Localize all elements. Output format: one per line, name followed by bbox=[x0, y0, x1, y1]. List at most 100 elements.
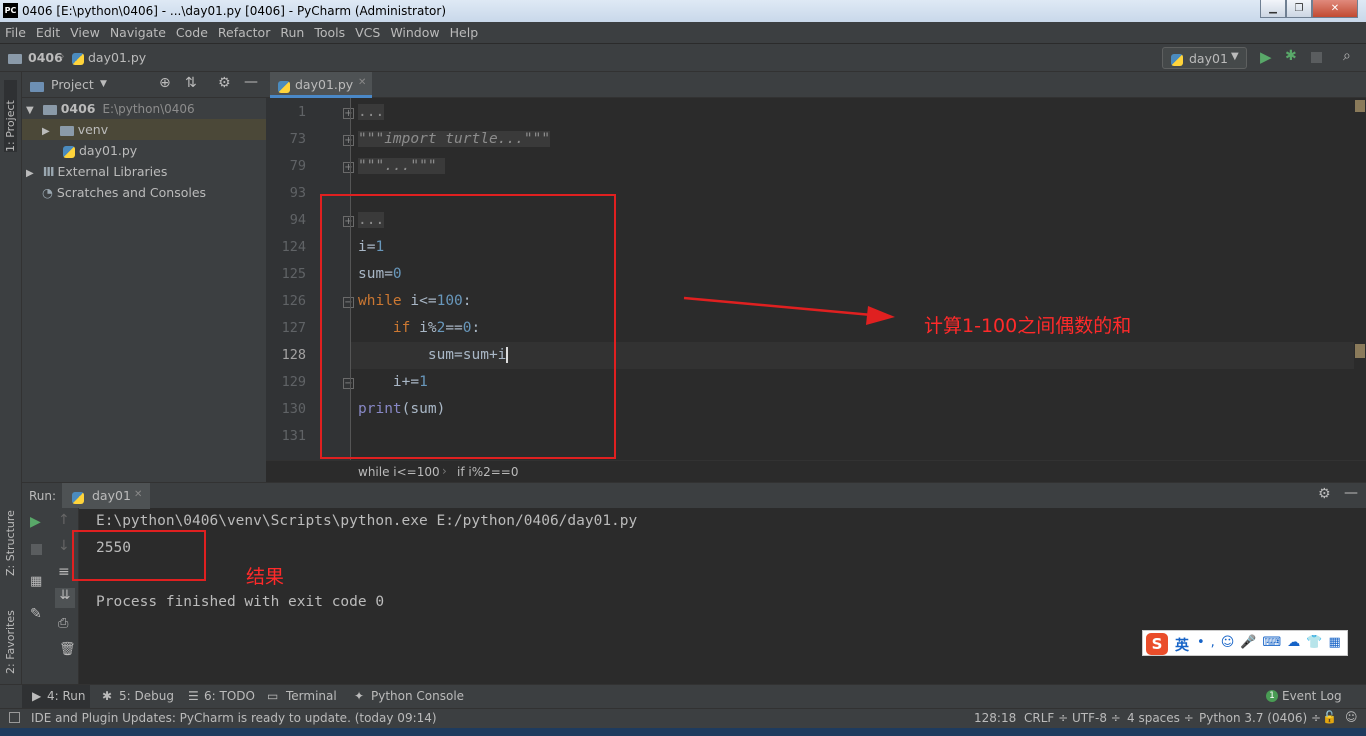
status-line-separator[interactable]: CRLF ÷ bbox=[1024, 711, 1068, 725]
close-button[interactable]: ✕ bbox=[1312, 0, 1358, 18]
status-bar: IDE and Plugin Updates: PyCharm is ready… bbox=[0, 708, 1366, 728]
project-view-icon bbox=[30, 79, 48, 93]
editor-scrollbar[interactable] bbox=[1354, 98, 1366, 460]
project-view-select[interactable]: Project bbox=[51, 77, 94, 92]
menu-file[interactable]: File bbox=[0, 22, 31, 43]
lock-icon[interactable]: 🔓 bbox=[1322, 710, 1337, 724]
gear-icon[interactable]: ⚙ bbox=[218, 75, 231, 91]
menu-bar: File Edit View Navigate Code Refactor Run Tools… bbox=[0, 22, 1366, 44]
code-line: """import turtle...""" bbox=[358, 131, 551, 147]
left-tool-strip: 1: Project Z: Structure 2: Favorites bbox=[0, 72, 22, 684]
chevron-down-icon[interactable]: ▼ bbox=[100, 79, 107, 89]
debug-icon[interactable]: ✱ bbox=[1285, 48, 1297, 64]
editor-tab-day01[interactable]: day01.py ✕ bbox=[270, 72, 372, 98]
menu-help[interactable]: Help bbox=[445, 22, 484, 43]
navigation-bar: 0406 › day01.py day01 ▼ ▶ ✱ ⌕ bbox=[0, 44, 1366, 72]
maximize-button[interactable]: ❐ bbox=[1286, 0, 1312, 18]
menu-refactor[interactable]: Refactor bbox=[213, 22, 275, 43]
result-annotation-label: 结果 bbox=[246, 566, 285, 588]
warning-stripe-marker bbox=[1355, 344, 1365, 358]
breadcrumb-item[interactable]: if i%2==0 bbox=[457, 465, 519, 479]
ime-mode-label: 英 bbox=[1175, 638, 1189, 654]
tab-run[interactable]: ▶ 4: Run bbox=[22, 685, 90, 709]
locate-icon[interactable]: ⊕ bbox=[159, 75, 171, 91]
line-number: 126 bbox=[281, 293, 306, 309]
scroll-to-end-icon[interactable]: ⇊ bbox=[55, 588, 75, 608]
tree-item-day01[interactable]: day01.py bbox=[22, 140, 266, 161]
status-message[interactable]: IDE and Plugin Updates: PyCharm is ready… bbox=[31, 711, 437, 725]
menu-navigate[interactable]: Navigate bbox=[105, 22, 171, 43]
run-icon: ▶ bbox=[32, 689, 42, 703]
tab-terminal[interactable]: Terminal bbox=[286, 689, 337, 703]
fold-expand-icon[interactable]: + bbox=[343, 135, 354, 146]
window-titlebar: PC 0406 [E:\python\0406] - ...\day01.py … bbox=[0, 0, 1366, 22]
breadcrumb-item[interactable]: while i<=100 bbox=[358, 465, 440, 479]
tree-item-venv[interactable]: ▶ venv bbox=[22, 119, 266, 140]
menu-tools[interactable]: Tools bbox=[309, 22, 350, 43]
menu-vcs[interactable]: VCS bbox=[350, 22, 385, 43]
close-tab-icon[interactable]: ✕ bbox=[134, 489, 142, 500]
close-tab-icon[interactable]: ✕ bbox=[358, 77, 366, 88]
nav-file[interactable]: day01.py bbox=[88, 50, 146, 65]
code-line: ... bbox=[358, 104, 385, 120]
tab-structure[interactable]: Z: Structure bbox=[4, 496, 17, 576]
collapse-all-icon[interactable]: ⇅ bbox=[185, 75, 197, 91]
tree-item-scratches[interactable]: ◔ Scratches and Consoles bbox=[22, 182, 266, 203]
menu-window[interactable]: Window bbox=[385, 22, 444, 43]
annotation-arrow-icon bbox=[683, 296, 895, 325]
line-number: 79 bbox=[289, 158, 306, 174]
hide-panel-icon[interactable]: — bbox=[1344, 485, 1358, 501]
run-config-select[interactable]: day01 ▼ bbox=[1162, 47, 1247, 69]
tab-python-console[interactable]: Python Console bbox=[371, 689, 464, 703]
debug-icon: ✱ bbox=[102, 689, 113, 703]
layout-icon[interactable]: ▦ bbox=[30, 574, 42, 589]
stop-icon[interactable] bbox=[1311, 52, 1322, 63]
menu-view[interactable]: View bbox=[65, 22, 105, 43]
menu-code[interactable]: Code bbox=[171, 22, 213, 43]
tree-item-external-libraries[interactable]: ▶ Ⅲ External Libraries bbox=[22, 161, 266, 182]
tab-favorites[interactable]: 2: Favorites bbox=[4, 594, 17, 674]
scroll-up-icon[interactable]: ↑ bbox=[58, 512, 70, 528]
gear-icon[interactable]: ⚙ bbox=[1318, 486, 1331, 502]
status-caret-position[interactable]: 128:18 bbox=[974, 711, 1016, 725]
rerun-icon[interactable]: ▶ bbox=[30, 514, 41, 530]
hide-panel-icon[interactable]: — bbox=[244, 74, 258, 90]
line-number: 129 bbox=[281, 374, 306, 390]
notification-icon[interactable]: ☺ bbox=[1345, 710, 1358, 724]
menu-run[interactable]: Run bbox=[275, 22, 309, 43]
status-encoding[interactable]: UTF-8 ÷ bbox=[1072, 711, 1121, 725]
fold-expand-icon[interactable]: + bbox=[343, 162, 354, 173]
bottom-tool-tabs: ▶ 4: Run ✱ 5: Debug ☰ 6: TODO ▭ Terminal… bbox=[0, 684, 1366, 709]
project-panel: Project ▼ ⊕ ⇅ ⚙ — ▼ 0406 E:\python\0406 … bbox=[22, 72, 266, 482]
status-toggle-icon[interactable] bbox=[9, 712, 20, 723]
soft-wrap-icon[interactable]: ≡ bbox=[58, 564, 70, 580]
run-tab-day01[interactable]: day01 ✕ bbox=[62, 483, 150, 509]
status-interpreter[interactable]: Python 3.7 (0406) ÷ bbox=[1199, 711, 1321, 725]
menu-edit[interactable]: Edit bbox=[31, 22, 65, 43]
tree-root-path: E:\python\0406 bbox=[102, 102, 195, 116]
tree-item-root[interactable]: ▼ 0406 E:\python\0406 bbox=[22, 98, 266, 119]
status-indent[interactable]: 4 spaces ÷ bbox=[1127, 711, 1194, 725]
folder-icon bbox=[59, 125, 74, 136]
stop-icon[interactable] bbox=[31, 544, 42, 555]
run-finished-message: Process finished with exit code 0 bbox=[96, 594, 385, 610]
minimize-button[interactable]: ▁ bbox=[1260, 0, 1286, 18]
scroll-down-icon[interactable]: ↓ bbox=[58, 538, 70, 554]
tab-todo[interactable]: 6: TODO bbox=[204, 689, 255, 703]
tab-debug[interactable]: 5: Debug bbox=[119, 689, 174, 703]
run-config-label: day01 bbox=[1189, 51, 1228, 66]
tab-project[interactable]: 1: Project bbox=[4, 80, 17, 152]
run-icon[interactable]: ▶ bbox=[1260, 48, 1272, 66]
print-icon[interactable]: ⎙ bbox=[58, 616, 68, 631]
python-icon bbox=[72, 490, 88, 504]
run-command: E:\python\0406\venv\Scripts\python.exe E… bbox=[96, 513, 638, 529]
pin-icon[interactable]: ✎ bbox=[30, 606, 42, 622]
nav-project[interactable]: 0406 bbox=[28, 50, 63, 65]
todo-icon: ☰ bbox=[188, 689, 199, 703]
library-icon: Ⅲ bbox=[42, 164, 55, 179]
trash-icon[interactable]: 🗑 bbox=[59, 642, 76, 657]
tab-event-log[interactable]: Event Log bbox=[1282, 689, 1342, 703]
fold-expand-icon[interactable]: + bbox=[343, 108, 354, 119]
search-icon[interactable]: ⌕ bbox=[1343, 48, 1351, 64]
ime-toolbar[interactable]: S 英 •,☺🎤⌨☁👕▦ bbox=[1142, 630, 1348, 656]
